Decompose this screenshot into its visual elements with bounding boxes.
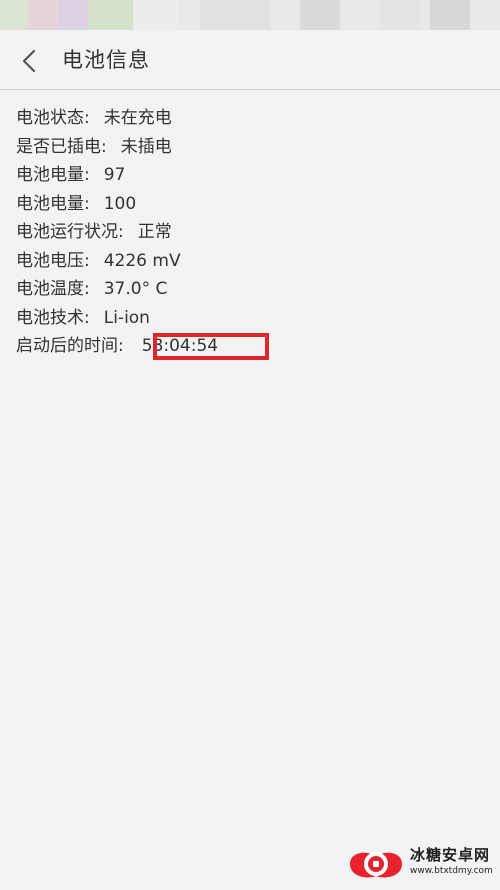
info-row-battery-level: 电池电量: 97 [16, 161, 218, 190]
info-label: 电池电压: [16, 250, 90, 271]
info-row-battery-health: 电池运行状况: 正常 [16, 218, 218, 247]
page-title: 电池信息 [62, 48, 150, 72]
info-label: 启动后的时间: [16, 336, 124, 356]
watermark-site-url: www.btxtdmy.com [410, 866, 493, 876]
info-value: 正常 [137, 222, 172, 242]
info-value: 37.0° C [103, 279, 168, 299]
info-label: 电池技术: [16, 307, 90, 328]
info-value: 100 [103, 193, 137, 214]
info-label: 电池运行状况: [16, 222, 124, 242]
info-value: 未插电 [120, 136, 172, 157]
chevron-left-icon [22, 49, 36, 73]
info-label: 电池状态: [16, 108, 90, 128]
site-watermark: 冰糖安卓网 www.btxtdmy.com [344, 842, 494, 886]
info-label: 电池电量: [16, 165, 90, 185]
info-row-battery-status: 电池状态: 未在充电 [16, 104, 218, 133]
info-row-plugged-in: 是否已插电: 未插电 [16, 133, 218, 162]
watermark-site-name: 冰糖安卓网 [410, 846, 491, 864]
battery-info-list: 电池状态: 未在充电 是否已插电: 未插电 电池电量: 97 电池电量: 100 电池运… [16, 104, 218, 361]
info-label: 是否已插电: [16, 136, 107, 157]
info-label: 电池温度: [16, 279, 90, 299]
info-value: Li-ion [103, 307, 150, 328]
info-value: 4226 mV [103, 250, 181, 271]
info-value: 未在充电 [103, 108, 172, 128]
uptime-highlight-box [153, 333, 269, 360]
info-label: 电池电量: [16, 193, 90, 214]
info-row-battery-voltage: 电池电压: 4226 mV [16, 247, 218, 276]
watermark-logo-icon [350, 852, 402, 878]
back-button[interactable] [12, 44, 48, 78]
app-header: 电池信息 [0, 30, 500, 90]
info-row-battery-technology: 电池技术: Li-ion [16, 304, 218, 333]
status-bar [0, 0, 500, 30]
info-row-battery-scale: 电池电量: 100 [16, 190, 218, 219]
info-row-battery-temperature: 电池温度: 37.0° C [16, 275, 218, 304]
info-value: 97 [103, 165, 126, 185]
